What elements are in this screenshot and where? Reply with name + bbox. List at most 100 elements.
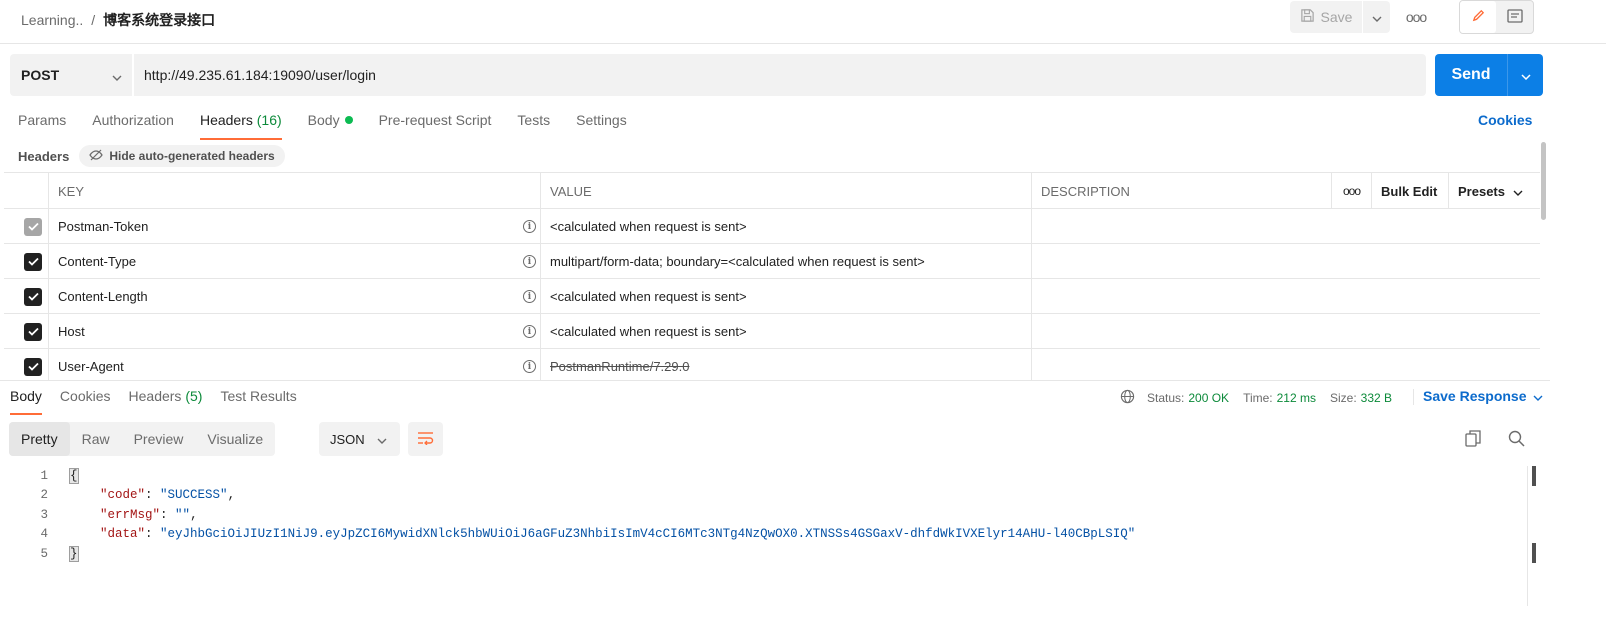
row-checkbox[interactable]	[24, 217, 42, 236]
response-tabs: Body Cookies Headers (5) Test Results	[10, 388, 315, 415]
table-row: Content-Length i <calculated when reques…	[4, 279, 1540, 314]
info-icon[interactable]: i	[523, 290, 536, 303]
language-select[interactable]: JSON	[319, 422, 400, 456]
hide-auto-headers-button[interactable]: Hide auto-generated headers	[79, 145, 285, 167]
time-label: Time:	[1243, 391, 1273, 405]
json-key: "errMsg"	[100, 507, 161, 522]
save-button-group: Save	[1290, 1, 1390, 33]
line-number: 4	[40, 527, 48, 542]
cookies-link[interactable]: Cookies	[1478, 112, 1532, 128]
tab-params[interactable]: Params	[18, 112, 66, 140]
line-number: 2	[40, 488, 48, 503]
line-number: 5	[40, 546, 48, 561]
table-scrollbar[interactable]	[1541, 142, 1546, 220]
status-label: Status:	[1147, 391, 1185, 405]
presets-dropdown[interactable]: Presets	[1449, 173, 1540, 209]
size-value[interactable]: 332 B	[1361, 391, 1392, 405]
breadcrumb-parent[interactable]: Learning..	[21, 12, 83, 28]
row-checkbox[interactable]	[24, 322, 42, 341]
wrap-lines-icon	[417, 431, 435, 448]
row-key-cell: Postman-Token i	[49, 209, 541, 244]
tab-headers[interactable]: Headers (16)	[199, 112, 282, 140]
more-options-icon[interactable]: ooo	[1402, 6, 1430, 28]
wrap-lines-button[interactable]	[408, 422, 443, 456]
tab-tests[interactable]: Tests	[517, 112, 550, 140]
json-comma: ,	[190, 507, 198, 522]
column-key: KEY	[49, 173, 541, 209]
tab-body[interactable]: Body	[308, 112, 353, 140]
response-tab-headers-label: Headers	[128, 388, 182, 404]
documentation-button[interactable]	[1496, 1, 1533, 33]
row-value: <calculated when request is sent>	[541, 279, 1032, 314]
info-icon[interactable]: i	[523, 325, 536, 338]
code-line: 5 }	[0, 544, 1530, 564]
code-line: 1 {	[0, 466, 1530, 486]
eye-off-icon	[89, 149, 104, 164]
response-tab-cookies[interactable]: Cookies	[60, 388, 111, 414]
send-button[interactable]: Send	[1435, 54, 1507, 96]
row-checkbox[interactable]	[24, 287, 42, 306]
row-key-cell: Content-Length i	[49, 279, 541, 314]
edit-mode-button[interactable]	[1460, 1, 1496, 33]
response-tab-test-results[interactable]: Test Results	[220, 388, 296, 414]
response-body-code[interactable]: 1 { 2 "code": "SUCCESS", 3 "errMsg": "",…	[0, 466, 1530, 564]
table-row: Content-Type i multipart/form-data; boun…	[4, 244, 1540, 279]
status-value[interactable]: 200 OK	[1188, 391, 1229, 405]
time-value[interactable]: 212 ms	[1277, 391, 1316, 405]
code-line: 2 "code": "SUCCESS",	[0, 486, 1530, 506]
info-icon[interactable]: i	[523, 255, 536, 268]
size-label: Size:	[1329, 391, 1357, 405]
headers-count: (16)	[256, 112, 282, 128]
bulk-edit-button[interactable]: Bulk Edit	[1372, 173, 1449, 209]
headers-table: KEY VALUE DESCRIPTION ooo Bulk Edit Pres…	[4, 172, 1540, 380]
row-description	[1032, 314, 1540, 349]
json-value: ""	[175, 507, 191, 522]
globe-icon[interactable]	[1120, 389, 1135, 407]
column-value: VALUE	[541, 173, 1032, 209]
column-options-icon[interactable]: ooo	[1332, 173, 1372, 209]
row-description	[1032, 244, 1540, 279]
divider	[1413, 389, 1414, 405]
response-tab-headers[interactable]: Headers (5)	[129, 388, 203, 414]
format-pretty[interactable]: Pretty	[9, 422, 70, 456]
code-scroll-marker[interactable]	[1532, 543, 1536, 563]
format-visualize[interactable]: Visualize	[195, 422, 275, 456]
method-select[interactable]: POST	[10, 54, 132, 96]
response-tab-body[interactable]: Body	[10, 388, 42, 415]
save-response-button[interactable]: Save Response	[1423, 388, 1543, 404]
row-checkbox[interactable]	[24, 252, 42, 271]
info-icon[interactable]: i	[523, 360, 536, 373]
save-button[interactable]: Save	[1290, 1, 1362, 33]
request-title[interactable]: 博客系统登录接口	[103, 10, 215, 30]
code-scroll-marker[interactable]	[1532, 466, 1536, 486]
row-key-cell: User-Agent i	[49, 349, 541, 380]
open-brace: {	[69, 467, 79, 484]
row-checkbox[interactable]	[24, 357, 42, 376]
url-input[interactable]: http://49.235.61.184:19090/user/login	[134, 54, 1426, 96]
row-key: Content-Length	[58, 289, 148, 304]
search-icon[interactable]	[1508, 430, 1525, 450]
chevron-down-icon	[1372, 10, 1382, 25]
row-checkbox-cell	[4, 244, 49, 279]
line-number: 1	[40, 468, 48, 483]
copy-icon[interactable]	[1465, 430, 1482, 450]
column-description: DESCRIPTION	[1032, 173, 1332, 209]
tab-authorization[interactable]: Authorization	[92, 112, 174, 140]
chevron-down-icon	[1520, 68, 1531, 83]
save-options-button[interactable]	[1362, 1, 1390, 33]
tab-settings[interactable]: Settings	[576, 112, 627, 140]
format-preview[interactable]: Preview	[122, 422, 196, 456]
tab-pre-request-script[interactable]: Pre-request Script	[379, 112, 492, 140]
info-icon[interactable]: i	[523, 220, 536, 233]
send-options-button[interactable]	[1507, 54, 1543, 96]
response-headers-count: (5)	[185, 388, 203, 404]
format-raw[interactable]: Raw	[70, 422, 122, 456]
row-value: <calculated when request is sent>	[541, 314, 1032, 349]
json-value: "eyJhbGciOiJIUzI1NiJ9.eyJpZCI6MywidXNlck…	[160, 527, 1136, 542]
row-description	[1032, 209, 1540, 244]
row-checkbox-cell	[4, 314, 49, 349]
chevron-down-icon	[1513, 184, 1523, 199]
breadcrumb: Learning.. / 博客系统登录接口	[21, 10, 215, 30]
pencil-icon	[1471, 8, 1486, 26]
table-header: KEY VALUE DESCRIPTION ooo Bulk Edit Pres…	[4, 172, 1540, 209]
